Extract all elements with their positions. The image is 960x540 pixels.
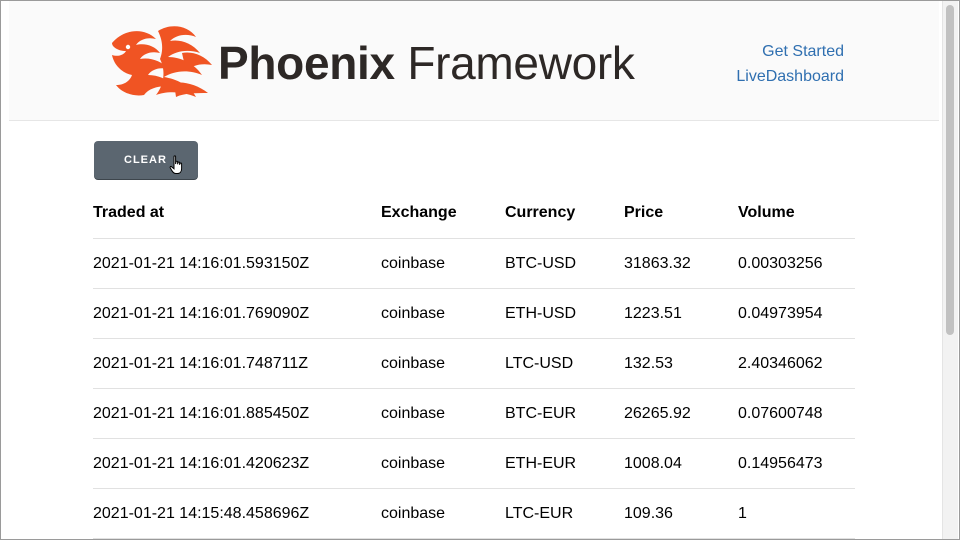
logo-word-framework: Framework [407,37,635,89]
vertical-scrollbar[interactable] [942,1,958,539]
cell-currency: ETH-USD [505,288,624,339]
column-header-price: Price [624,188,738,239]
page-header: Phoenix Framework Get Started LiveDashbo… [9,1,939,121]
cell-price: 1008.04 [624,438,738,489]
hand-pointer-icon [169,155,183,174]
table-row: 2021-01-21 14:16:01.420623Z coinbase ETH… [93,438,855,489]
cell-currency: LTC-EUR [505,488,624,539]
trades-table: Traded at Exchange Currency Price Volume… [93,188,855,539]
column-header-traded-at: Traded at [93,188,381,239]
scrollbar-thumb[interactable] [946,5,954,335]
cell-exchange: coinbase [381,288,505,339]
cell-exchange: coinbase [381,338,505,389]
cell-price: 132.53 [624,338,738,389]
cell-exchange: coinbase [381,388,505,439]
table-row: 2021-01-21 14:16:01.769090Z coinbase ETH… [93,288,855,339]
cell-price: 1223.51 [624,288,738,339]
cell-traded-at: 2021-01-21 14:16:01.748711Z [93,338,381,389]
column-header-exchange: Exchange [381,188,505,239]
phoenix-logo-link[interactable]: Phoenix Framework [104,23,644,103]
cell-price: 31863.32 [624,238,738,289]
clear-button-label: CLEAR [124,154,167,166]
cell-volume: 0.04973954 [738,288,855,339]
nav-link-get-started[interactable]: Get Started [736,39,844,64]
cell-traded-at: 2021-01-21 14:15:48.458696Z [93,488,381,539]
table-header-row: Traded at Exchange Currency Price Volume [93,188,855,239]
header-nav: Get Started LiveDashboard [736,39,844,89]
cell-exchange: coinbase [381,488,505,539]
table-row: 2021-01-21 14:15:48.458696Z coinbase LTC… [93,488,855,539]
cell-currency: BTC-EUR [505,388,624,439]
cell-volume: 1 [738,488,855,539]
browser-viewport: Phoenix Framework Get Started LiveDashbo… [0,0,960,540]
cell-traded-at: 2021-01-21 14:16:01.593150Z [93,238,381,289]
logo-word-phoenix: Phoenix [218,37,395,89]
nav-link-livedashboard[interactable]: LiveDashboard [736,64,844,89]
cell-volume: 2.40346062 [738,338,855,389]
table-row: 2021-01-21 14:16:01.748711Z coinbase LTC… [93,338,855,389]
cell-price: 109.36 [624,488,738,539]
cell-traded-at: 2021-01-21 14:16:01.885450Z [93,388,381,439]
cell-price: 26265.92 [624,388,738,439]
column-header-volume: Volume [738,188,855,239]
logo-wordmark: Phoenix Framework [218,35,635,91]
cell-volume: 0.00303256 [738,238,855,289]
cell-exchange: coinbase [381,438,505,489]
cell-volume: 0.14956473 [738,438,855,489]
cell-traded-at: 2021-01-21 14:16:01.420623Z [93,438,381,489]
table-row: 2021-01-21 14:16:01.885450Z coinbase BTC… [93,388,855,439]
cell-currency: LTC-USD [505,338,624,389]
cell-volume: 0.07600748 [738,388,855,439]
column-header-currency: Currency [505,188,624,239]
cell-currency: BTC-USD [505,238,624,289]
table-row: 2021-01-21 14:16:01.593150Z coinbase BTC… [93,238,855,289]
cell-currency: ETH-EUR [505,438,624,489]
cell-traded-at: 2021-01-21 14:16:01.769090Z [93,288,381,339]
phoenix-bird-icon [112,26,212,98]
cell-exchange: coinbase [381,238,505,289]
